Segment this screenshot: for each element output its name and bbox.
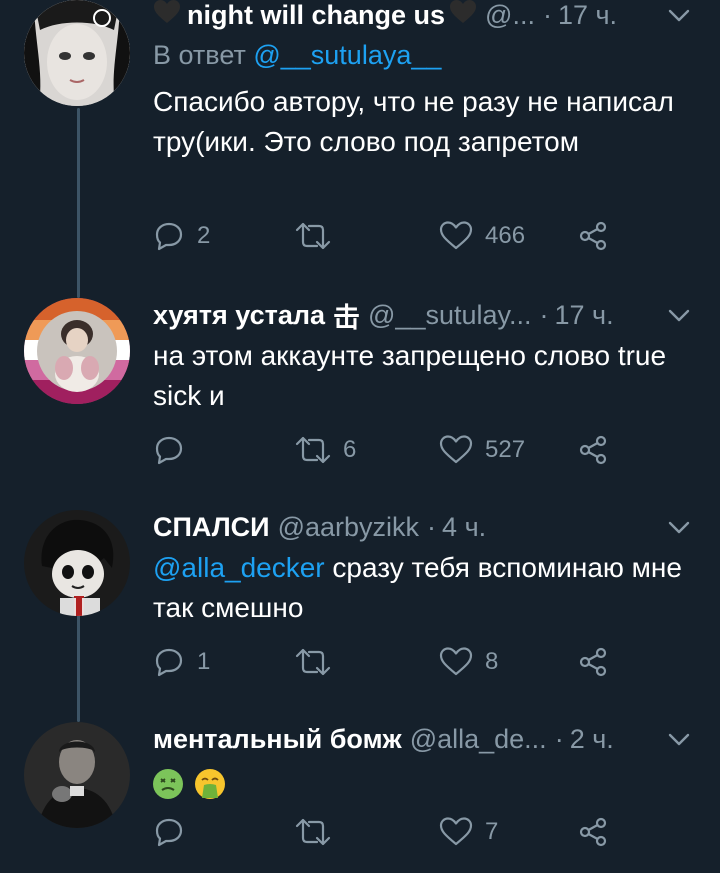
timestamp[interactable]: 17 ч. [555, 300, 614, 331]
avatar[interactable] [24, 0, 130, 106]
reply-icon [155, 648, 183, 677]
like-button[interactable]: 466 [439, 216, 525, 256]
share-icon [579, 647, 607, 677]
reply-button[interactable] [153, 812, 197, 852]
share-button[interactable] [577, 430, 609, 470]
display-name[interactable]: хуятя устала [153, 300, 325, 331]
share-button[interactable] [577, 216, 609, 256]
tweet-actions: 1 8 [153, 642, 623, 682]
avatar[interactable] [24, 298, 130, 404]
like-icon [439, 647, 473, 676]
display-name[interactable]: СПАЛСИ [153, 512, 270, 543]
reply-button[interactable]: 2 [153, 216, 210, 256]
timestamp[interactable]: 17 ч. [558, 0, 617, 31]
chevron-down-icon[interactable] [666, 514, 692, 540]
separator-dot: · [427, 511, 437, 542]
like-button[interactable]: 8 [439, 642, 498, 682]
share-icon [579, 817, 607, 847]
chevron-down-icon[interactable] [666, 2, 692, 28]
heart-icon [449, 0, 477, 32]
retweet-button[interactable] [295, 812, 343, 852]
reply-prefix: В ответ [153, 40, 246, 70]
like-count: 466 [485, 222, 526, 249]
share-icon [579, 435, 607, 465]
retweet-count: 6 [343, 436, 357, 463]
chevron-down-icon[interactable] [666, 726, 692, 752]
avatar[interactable] [24, 722, 130, 828]
retweet-icon [295, 818, 331, 846]
reply-button[interactable]: 1 [153, 642, 210, 682]
tweet-2[interactable]: хуятя устала 击 @__sutulay... · 17 ч. на … [0, 298, 720, 498]
reply-button[interactable] [153, 430, 197, 470]
retweet-icon [295, 436, 331, 464]
reply-mention-link[interactable]: @__sutulaya__ [253, 40, 441, 70]
handle[interactable]: @... [485, 0, 535, 31]
handle[interactable]: @__sutulay... [368, 300, 532, 331]
tweet-actions: 7 [153, 812, 623, 852]
reply-count: 2 [197, 222, 211, 249]
like-icon [439, 817, 473, 846]
display-name[interactable]: ментальный бомж [153, 724, 402, 755]
reply-icon [155, 436, 183, 465]
nauseated-face-icon [153, 768, 183, 799]
tweet-1[interactable]: night will change us @... · 17 ч. В отве… [0, 0, 720, 290]
share-button[interactable] [577, 812, 609, 852]
tweet-text [153, 762, 693, 802]
like-count: 527 [485, 436, 526, 463]
retweet-button[interactable]: 6 [295, 430, 356, 470]
avatar[interactable] [24, 510, 130, 616]
heart-icon [153, 0, 181, 32]
share-button[interactable] [577, 642, 609, 682]
display-name[interactable]: night will change us [187, 0, 445, 31]
like-icon [439, 435, 473, 464]
like-icon [439, 221, 473, 250]
chevron-down-icon[interactable] [666, 302, 692, 328]
share-icon [579, 221, 607, 251]
like-button[interactable]: 7 [439, 812, 498, 852]
reply-count: 1 [197, 648, 211, 675]
separator-dot: · [539, 299, 549, 330]
retweet-button[interactable] [295, 642, 343, 682]
mention-link[interactable]: @alla_decker [153, 552, 325, 583]
like-count: 8 [485, 648, 499, 675]
reply-context: В ответ @__sutulaya__ [153, 40, 441, 71]
tweet-text: @alla_decker сразу тебя вспоминаю мне та… [153, 548, 693, 628]
tweet-text: на этом аккаунте запрещено слово true si… [153, 340, 667, 411]
reply-icon [155, 818, 183, 847]
vomiting-face-icon [194, 768, 225, 799]
separator-dot: · [542, 0, 552, 30]
retweet-icon [295, 648, 331, 676]
handle[interactable]: @alla_de... [410, 724, 547, 755]
tweet-actions: 2 466 [153, 216, 623, 256]
tweet-text: Спасибо автору, что не разу не написал т… [153, 86, 674, 157]
like-count: 7 [485, 818, 499, 845]
tweet-4[interactable]: ментальный бомж @alla_de... · 2 ч. 7 [0, 722, 720, 873]
reply-icon [155, 222, 183, 251]
name-glyph: 击 [333, 302, 361, 333]
retweet-button[interactable] [295, 216, 343, 256]
tweet-3[interactable]: СПАЛСИ @aarbyzikk · 4 ч. @alla_decker ср… [0, 510, 720, 710]
tweet-actions: 6 527 [153, 430, 623, 470]
timestamp[interactable]: 4 ч. [442, 512, 486, 543]
separator-dot: · [554, 723, 564, 754]
handle[interactable]: @aarbyzikk [278, 512, 419, 543]
timestamp[interactable]: 2 ч. [570, 724, 614, 755]
retweet-icon [295, 222, 331, 250]
like-button[interactable]: 527 [439, 430, 525, 470]
